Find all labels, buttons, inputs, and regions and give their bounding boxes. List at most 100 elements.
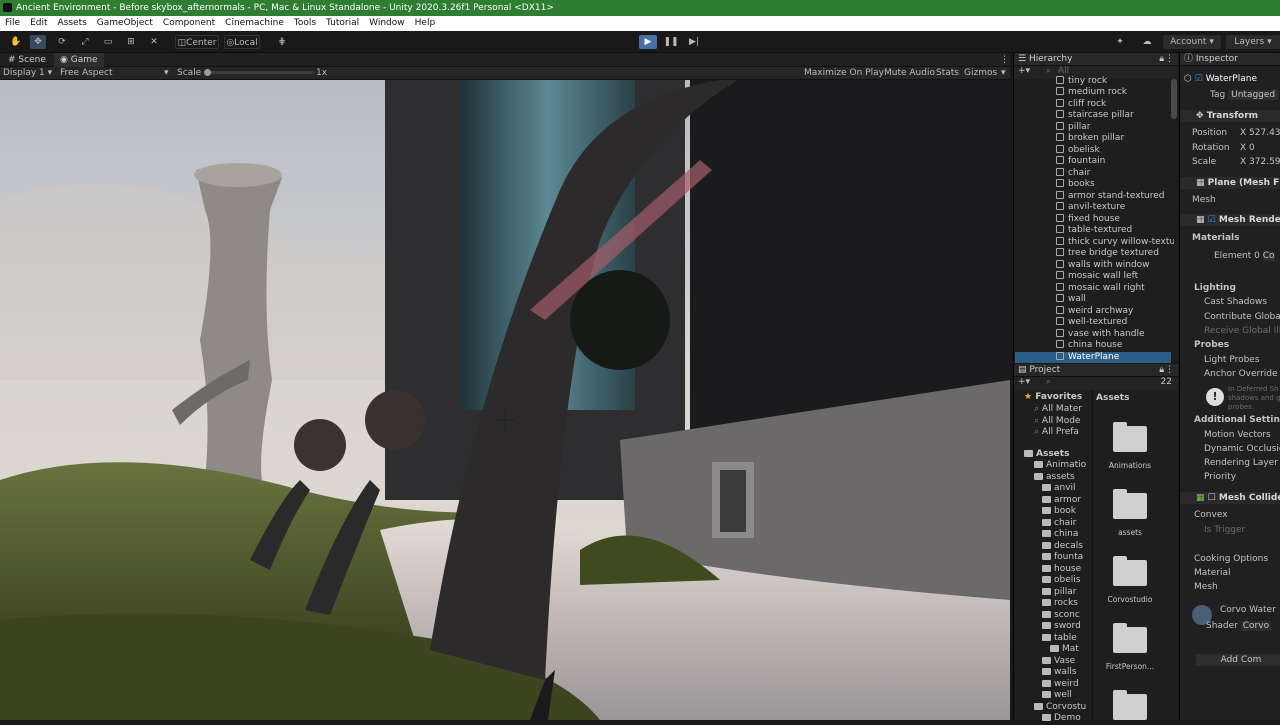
lock-icon[interactable]: 🔒︎ (1159, 53, 1164, 66)
more-icon[interactable]: ⋮ (1165, 364, 1174, 377)
project-folder-item[interactable]: armor (1042, 495, 1090, 507)
assets-breadcrumb[interactable]: Assets (1096, 393, 1129, 405)
probes-label[interactable]: Probes (1180, 339, 1280, 351)
active-checkbox[interactable]: ☑ (1195, 74, 1203, 84)
menu-gameobject[interactable]: GameObject (92, 16, 158, 31)
menu-tutorial[interactable]: Tutorial (321, 16, 364, 31)
folder-icon[interactable] (1113, 623, 1147, 653)
aspect-dropdown[interactable]: Free Aspect (60, 67, 113, 80)
transform-header[interactable]: ✥ Transform (1180, 110, 1280, 122)
hierarchy-item[interactable]: fountain (1056, 156, 1174, 168)
project-folder-item[interactable]: decals (1042, 541, 1090, 553)
tab-scene[interactable]: # Scene (2, 53, 52, 67)
hierarchy-item[interactable]: mosaic wall left (1056, 271, 1174, 283)
step-button[interactable]: ▶| (685, 35, 703, 49)
hierarchy-item[interactable]: tree bridge textured (1056, 248, 1174, 260)
project-folder-item[interactable]: china (1042, 529, 1090, 541)
project-folder-item[interactable]: sword (1042, 621, 1090, 633)
hierarchy-item[interactable]: anvil-texture (1056, 202, 1174, 214)
hierarchy-item[interactable]: thick curvy willow-textu (1056, 236, 1174, 249)
pivot-center-button[interactable]: ◫Center (175, 35, 219, 49)
meshfilter-header[interactable]: ▦ Plane (Mesh F (1180, 177, 1280, 189)
position-x-field[interactable]: X 527.43 (1240, 127, 1280, 139)
hierarchy-item[interactable]: weird archway (1056, 305, 1174, 318)
project-folder-item[interactable]: founta (1042, 552, 1090, 564)
project-folder-item[interactable]: house (1042, 564, 1090, 576)
project-folder-item[interactable]: chair (1042, 518, 1090, 530)
menu-component[interactable]: Component (158, 16, 220, 31)
hierarchy-item[interactable]: medium rock (1056, 87, 1174, 99)
project-folder-item[interactable]: anvil (1042, 483, 1090, 495)
folder-icon[interactable] (1113, 422, 1147, 452)
folder-icon[interactable] (1113, 556, 1147, 586)
project-folder-item[interactable]: Animatio (1034, 460, 1090, 472)
favorite-item[interactable]: ⌕ All Mater (1034, 404, 1082, 416)
menu-assets[interactable]: Assets (53, 16, 92, 31)
hierarchy-item[interactable]: pillar (1056, 121, 1174, 134)
project-folder-item[interactable]: book (1042, 506, 1090, 518)
stats-toggle[interactable]: Stats (936, 67, 959, 80)
custom-tool-icon[interactable]: ✕ (146, 35, 162, 49)
project-folder-item[interactable]: table (1042, 633, 1090, 645)
hierarchy-item[interactable]: wall (1056, 294, 1174, 306)
project-folder-item[interactable]: walls (1042, 667, 1090, 679)
play-button[interactable]: ▶ (639, 35, 657, 49)
hierarchy-item[interactable]: books (1056, 179, 1174, 191)
hand-tool-icon[interactable]: ✋ (8, 35, 24, 49)
more-icon[interactable]: ⋮ (1165, 53, 1174, 66)
additional-settings-label[interactable]: Additional Settings (1180, 414, 1280, 426)
project-search[interactable]: +▾ ⌕ 22 (1014, 377, 1178, 390)
menu-edit[interactable]: Edit (25, 16, 52, 31)
hierarchy-item[interactable]: staircase pillar (1056, 110, 1174, 122)
lock-icon[interactable]: 🔒︎ (1159, 364, 1164, 377)
rotation-x-field[interactable]: X 0 (1240, 142, 1255, 154)
maximize-on-play-toggle[interactable]: Maximize On Play (804, 67, 884, 80)
scale-slider-track[interactable] (206, 71, 314, 74)
tab-game[interactable]: ◉ Game (54, 53, 104, 67)
folder-icon[interactable] (1113, 690, 1147, 720)
mesh-collider-header[interactable]: ▦ ☐ Mesh Collider (1180, 492, 1280, 504)
layers-dropdown[interactable]: Layers ▾ (1226, 35, 1280, 49)
hierarchy-item[interactable]: cliff rock (1056, 98, 1174, 111)
project-folder-item[interactable]: sconc (1042, 610, 1090, 622)
hierarchy-item[interactable]: chair (1056, 167, 1174, 180)
rect-tool-icon[interactable]: ▭ (100, 35, 116, 49)
hierarchy-item[interactable]: well-textured (1056, 317, 1174, 329)
collab-icon[interactable]: ✦ (1113, 35, 1127, 49)
project-folder-item[interactable]: Demo (1042, 713, 1090, 725)
tab-menu-icon[interactable]: ⋮ (994, 53, 1015, 67)
project-folder-item[interactable]: obelis (1042, 575, 1090, 587)
cloud-icon[interactable]: ☁ (1139, 35, 1155, 49)
project-folder-item[interactable]: weird (1042, 679, 1090, 691)
renderer-header[interactable]: ▦ ☑ Mesh Render (1180, 214, 1280, 226)
account-dropdown[interactable]: Account ▾ (1163, 35, 1221, 49)
renderer-checkbox[interactable]: ☑ (1208, 215, 1216, 225)
menu-file[interactable]: File (0, 16, 25, 31)
project-folder-item[interactable]: Mat (1050, 644, 1090, 656)
folder-icon[interactable] (1113, 489, 1147, 519)
game-viewport[interactable] (0, 80, 1010, 720)
shader-dropdown[interactable]: Corvo (1240, 621, 1272, 631)
scale-x-field[interactable]: X 372.59 (1240, 156, 1280, 168)
space-local-button[interactable]: ◎Local (224, 35, 260, 49)
hierarchy-item[interactable]: WaterPlane (1015, 351, 1171, 363)
favorites-item[interactable]: ★ Favorites (1024, 392, 1082, 404)
lighting-label[interactable]: Lighting (1180, 282, 1280, 294)
hierarchy-item[interactable]: tiny rock (1056, 75, 1174, 88)
favorite-item[interactable]: ⌕ All Mode (1034, 416, 1080, 428)
display-dropdown[interactable]: Display 1 ▾ (3, 67, 52, 80)
grid-snap-icon[interactable]: ⋕ (274, 35, 290, 49)
assets-root-item[interactable]: Assets (1024, 449, 1069, 461)
hierarchy-item[interactable]: walls with window (1056, 259, 1174, 272)
hierarchy-item[interactable]: broken pillar (1056, 133, 1174, 145)
project-folder-item[interactable]: pillar (1042, 587, 1090, 599)
scale-tool-icon[interactable]: ⤢ (77, 35, 93, 49)
hierarchy-scrollbar[interactable] (1171, 79, 1177, 119)
project-folder-item[interactable]: well (1042, 690, 1090, 702)
favorite-item[interactable]: ⌕ All Prefa (1034, 427, 1079, 439)
hierarchy-item[interactable]: obelisk (1056, 144, 1174, 157)
scale-slider-handle[interactable] (204, 69, 211, 76)
project-folder-item[interactable]: assets (1034, 472, 1090, 484)
menu-tools[interactable]: Tools (289, 16, 321, 31)
pause-button[interactable]: ❚❚ (662, 35, 680, 49)
